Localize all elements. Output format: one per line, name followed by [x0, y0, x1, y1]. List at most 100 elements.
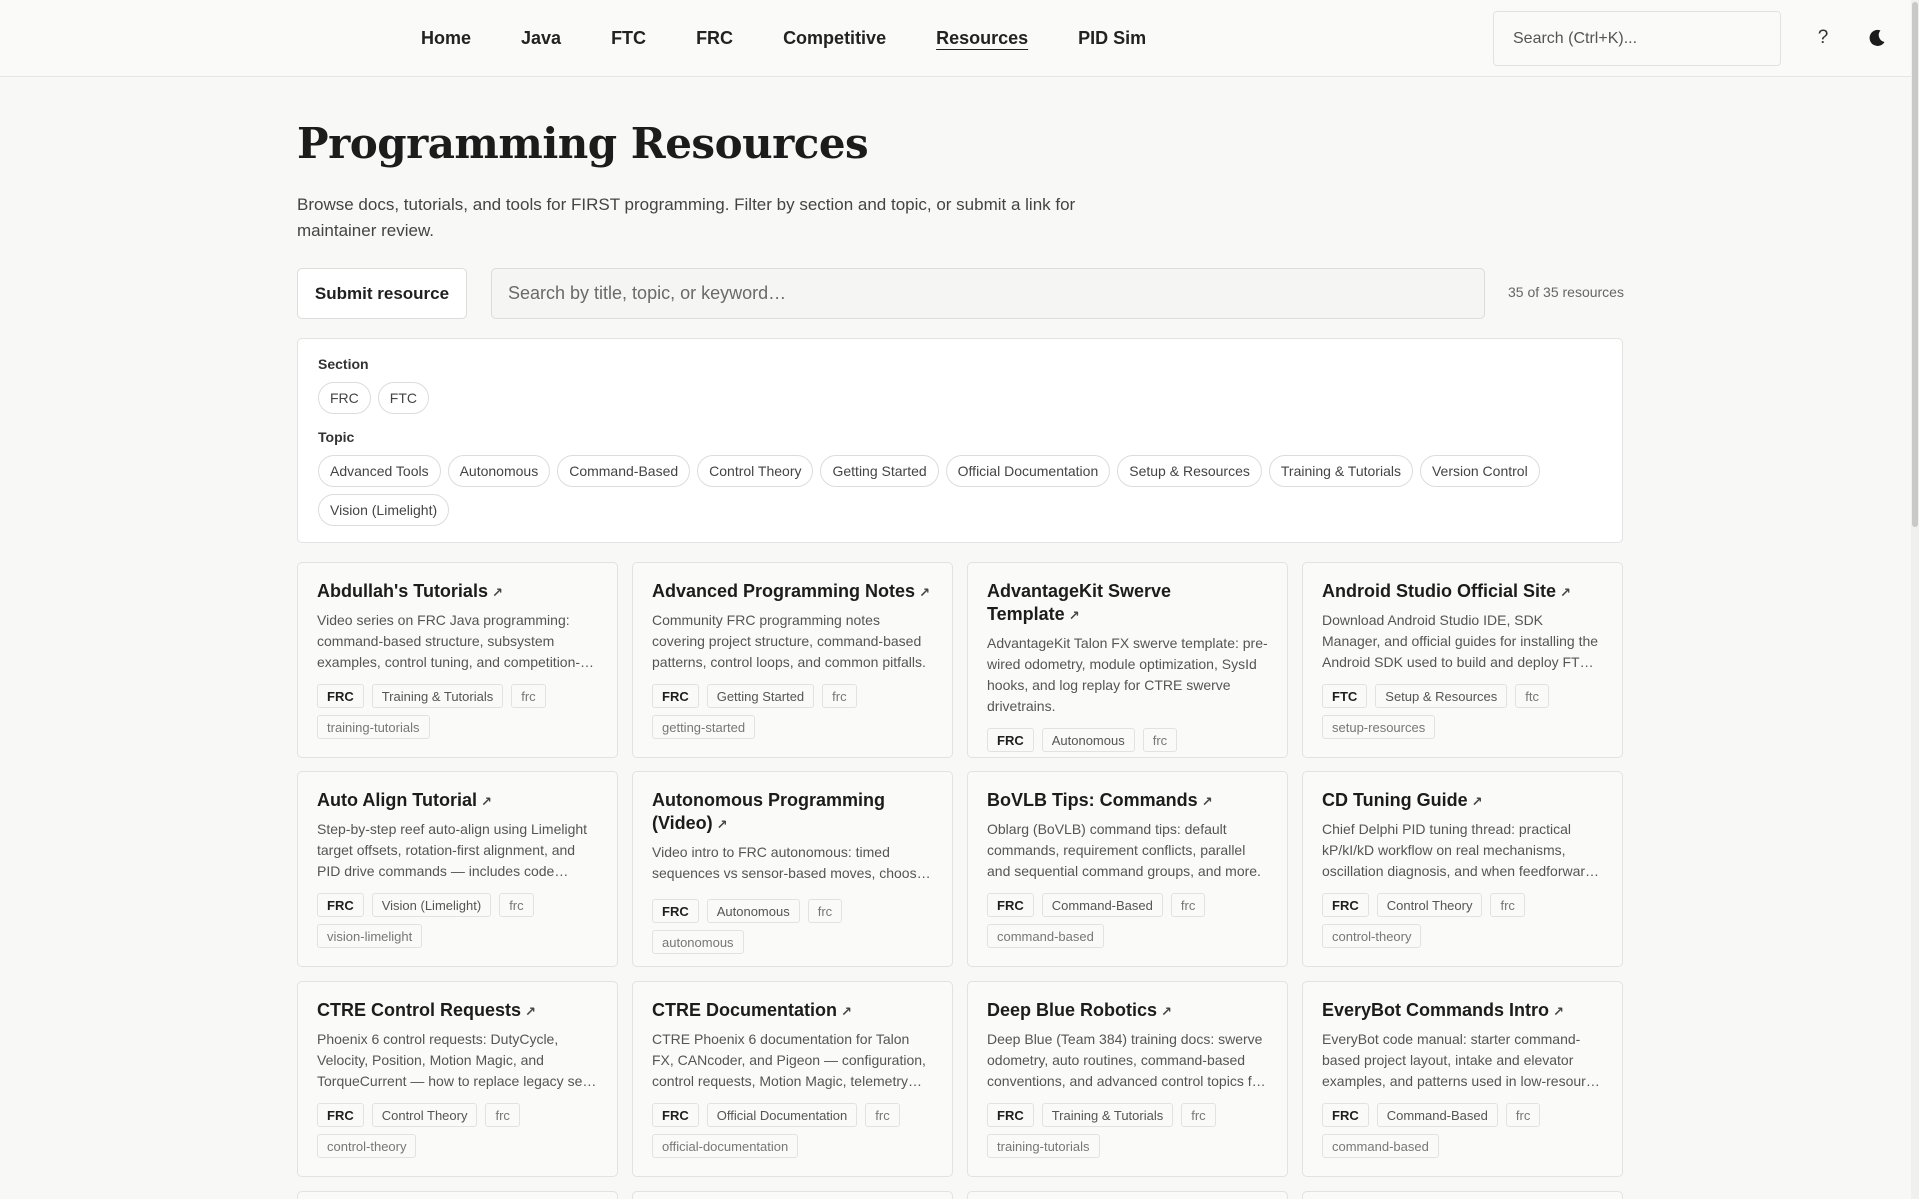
topic-tag: Control Theory [1376, 893, 1483, 917]
resource-card[interactable]: Deep Blue Robotics ↗ Deep Blue (Team 384)… [967, 981, 1288, 1177]
external-link-icon: ↗ [491, 585, 503, 600]
topic-tag: Vision (Limelight) [371, 893, 492, 917]
keyword-tag: getting-started [652, 715, 756, 739]
resource-card-title-text: CTRE Documentation [652, 1000, 838, 1020]
keyword-tag: command-based [987, 924, 1104, 948]
topic-chip-vision-limelight[interactable]: Vision (Limelight) [318, 494, 450, 526]
resource-card[interactable]: BoVLB Tips: Commands ↗ Oblarg (BoVLB) com… [967, 771, 1288, 967]
resource-card-title-text: CTRE Control Requests [317, 1000, 522, 1020]
theme-toggle-button[interactable] [1862, 22, 1892, 54]
resource-card[interactable]: Advanced Programming Notes ↗ Community FR… [632, 562, 953, 758]
section-tag: FRC [652, 1103, 699, 1127]
topic-tag: Getting Started [706, 684, 815, 708]
resource-card[interactable]: Abdullah's Tutorials ↗ Video series on FR… [297, 562, 618, 758]
scrollbar-thumb[interactable] [1912, 2, 1918, 527]
resource-card-description: Step-by-step reef auto-align using Limel… [317, 821, 588, 879]
topic-chip-advanced-tools[interactable]: Advanced Tools [318, 455, 441, 487]
nav-java[interactable]: Java [521, 28, 561, 49]
external-link-icon: ↗ [1553, 1004, 1564, 1019]
section-tag: FRC [317, 684, 364, 708]
topic-chips: Advanced Tools Autonomous Command-Based … [318, 455, 1608, 526]
nav-resources[interactable]: Resources [936, 28, 1028, 49]
nav-home[interactable]: Home [421, 28, 471, 49]
resource-card-tags: FRC Vision (Limelight) frc vision-limeli… [317, 893, 598, 948]
resource-card-title[interactable]: EveryBot Commands Intro ↗ [1322, 999, 1603, 1023]
resource-card[interactable] [632, 1191, 953, 1199]
topic-tag: Training & Tutorials [1041, 1103, 1174, 1127]
main-nav: Home Java FTC FRC Competitive Resources … [421, 0, 1196, 77]
resource-card-title[interactable]: CTRE Documentation ↗ [652, 999, 933, 1023]
nav-frc[interactable]: FRC [696, 28, 733, 49]
keyword-tag: frc [511, 684, 546, 708]
nav-pid-sim[interactable]: PID Sim [1078, 28, 1146, 49]
resource-card-title[interactable]: BoVLB Tips: Commands ↗ [987, 789, 1268, 813]
keyword-tag: frc [499, 893, 534, 917]
section-tag: FTC [1322, 684, 1368, 708]
topic-chip-training-tutorials[interactable]: Training & Tutorials [1268, 455, 1413, 487]
topic-chip-autonomous[interactable]: Autonomous [447, 455, 551, 487]
keyword-tag: frc [822, 684, 857, 708]
resource-card-title[interactable]: Auto Align Tutorial ↗ [317, 789, 598, 813]
resource-card[interactable] [967, 1191, 1288, 1199]
keyword-tag: vision-limelight [317, 924, 423, 948]
section-chip-frc[interactable]: FRC [318, 382, 371, 414]
resource-card-description: EveryBot code manual: starter command-ba… [1322, 1031, 1601, 1089]
resource-card[interactable]: Autonomous Programming (Video) ↗ Video in… [632, 771, 953, 967]
topic-tag: Command-Based [1041, 893, 1163, 917]
section-tag: FRC [317, 1103, 364, 1127]
resource-card[interactable] [297, 1191, 618, 1199]
resource-card-description: Community FRC programming notes covering… [652, 612, 926, 670]
resource-card-title[interactable]: Abdullah's Tutorials ↗ [317, 580, 598, 604]
topic-chip-official-documentation[interactable]: Official Documentation [945, 455, 1111, 487]
resource-card[interactable]: Auto Align Tutorial ↗ Step-by-step reef a… [297, 771, 618, 967]
external-link-icon: ↗ [480, 794, 492, 809]
resource-card[interactable]: CD Tuning Guide ↗ Chief Delphi PID tuning… [1302, 771, 1623, 967]
nav-ftc[interactable]: FTC [611, 28, 646, 49]
resource-card-tags: FRC Command-Based frc command-based [1322, 1103, 1603, 1158]
resource-card-title[interactable]: CTRE Control Requests ↗ [317, 999, 598, 1023]
keyword-tag: frc [1490, 893, 1525, 917]
topic-tag: Autonomous [706, 899, 800, 923]
help-button[interactable]: ? [1808, 22, 1838, 54]
resource-card-title[interactable]: Advanced Programming Notes ↗ [652, 580, 933, 604]
page-intro: Browse docs, tutorials, and tools for FI… [297, 195, 1076, 240]
topic-tag: Command-Based [1376, 1103, 1498, 1127]
submit-resource-button[interactable]: Submit resource [297, 268, 467, 319]
resource-card[interactable]: CTRE Control Requests ↗ Phoenix 6 control… [297, 981, 618, 1177]
resource-card[interactable]: AdvantageKit Swerve Template ↗ AdvantageK… [967, 562, 1288, 758]
keyword-tag: control-theory [317, 1134, 417, 1158]
keyword-tag: frc [485, 1103, 520, 1127]
resource-search-input[interactable]: Search by title, topic, or keyword… [491, 268, 1485, 319]
resource-card-title[interactable]: Android Studio Official Site ↗ [1322, 580, 1603, 604]
resource-card-title-text: EveryBot Commands Intro [1322, 1000, 1550, 1020]
resource-card-description: Deep Blue (Team 384) training docs: swer… [987, 1031, 1265, 1089]
resource-card-title[interactable]: Deep Blue Robotics ↗ [987, 999, 1268, 1023]
external-link-icon: ↗ [1201, 794, 1213, 809]
topic-chip-command-based[interactable]: Command-Based [557, 455, 691, 487]
keyword-tag: ftc [1515, 684, 1550, 708]
section-tag: FRC [1322, 1103, 1369, 1127]
resource-card-tags: FTC Setup & Resources ftc setup-resource… [1322, 684, 1603, 739]
resource-card[interactable] [1302, 1191, 1623, 1199]
keyword-tag: training-tutorials [317, 715, 430, 739]
topic-chip-version-control[interactable]: Version Control [1419, 455, 1540, 487]
keyword-tag: frc [1181, 1103, 1216, 1127]
resource-card-title[interactable]: CD Tuning Guide ↗ [1322, 789, 1603, 813]
resource-card[interactable]: Android Studio Official Site ↗ Download A… [1302, 562, 1623, 758]
topic-chip-getting-started[interactable]: Getting Started [820, 455, 939, 487]
topic-chip-control-theory[interactable]: Control Theory [697, 455, 814, 487]
external-link-icon: ↗ [919, 585, 930, 600]
global-search-input[interactable]: Search (Ctrl+K)... [1493, 11, 1781, 66]
resource-card[interactable]: CTRE Documentation ↗ CTRE Phoenix 6 docum… [632, 981, 953, 1177]
topic-chip-setup-resources[interactable]: Setup & Resources [1117, 455, 1262, 487]
topic-tag: Autonomous [1041, 728, 1135, 752]
resource-card-title[interactable]: AdvantageKit Swerve Template ↗ [987, 580, 1268, 627]
keyword-tag: frc [1142, 728, 1178, 752]
section-chip-ftc[interactable]: FTC [377, 382, 429, 414]
nav-competitive[interactable]: Competitive [783, 28, 886, 49]
external-link-icon: ↗ [1068, 608, 1080, 623]
resource-card-tags: FRC Command-Based frc command-based [987, 893, 1268, 948]
resource-card-description: Chief Delphi PID tuning thread: practica… [1322, 821, 1593, 879]
resource-card-title[interactable]: Autonomous Programming (Video) ↗ [652, 789, 933, 836]
resource-card[interactable]: EveryBot Commands Intro ↗ EveryBot code m… [1302, 981, 1623, 1177]
